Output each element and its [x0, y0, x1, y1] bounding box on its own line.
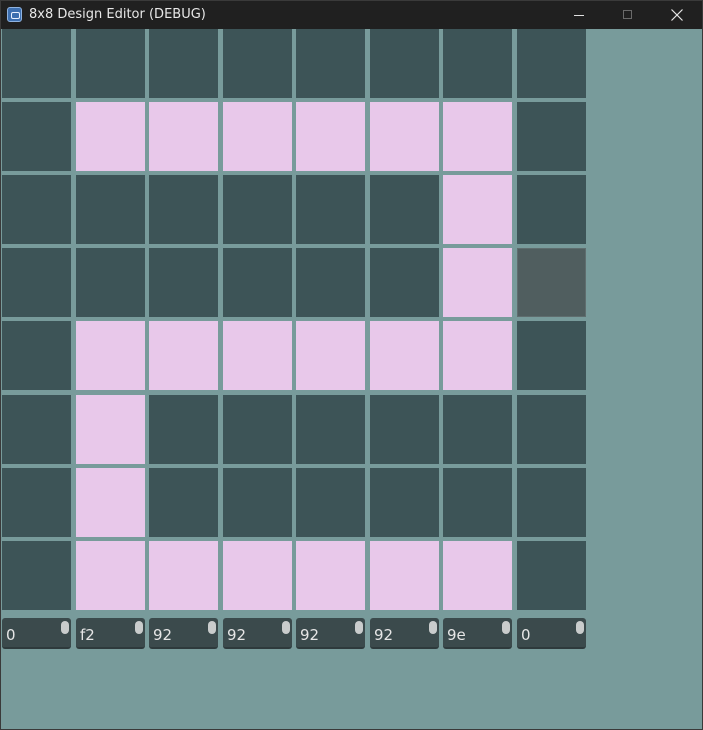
grid-cell-r1-c4[interactable]	[296, 102, 365, 171]
grid-cell-r0-c3[interactable]	[223, 29, 292, 98]
grid-cell-r4-c2[interactable]	[149, 321, 218, 390]
grid-cell-r7-c2[interactable]	[149, 541, 218, 610]
grid-cell-r2-c7[interactable]	[517, 175, 586, 244]
grid-cell-r2-c0[interactable]	[2, 175, 71, 244]
grid-cell-r1-c5[interactable]	[370, 102, 439, 171]
grid-cell-r0-c0[interactable]	[2, 29, 71, 98]
column-value-spinbox-0[interactable]: 0	[2, 618, 71, 649]
grid-cell-r5-c6[interactable]	[443, 395, 512, 464]
grid-cell-r0-c4[interactable]	[296, 29, 365, 98]
grid-cell-r7-c6[interactable]	[443, 541, 512, 610]
grid-cell-r3-c1[interactable]	[76, 248, 145, 317]
grid-cell-r5-c7[interactable]	[517, 395, 586, 464]
column-value-spinbox-6[interactable]: 9e	[443, 618, 512, 649]
grid-cell-r4-c4[interactable]	[296, 321, 365, 390]
grid-cell-r3-c5[interactable]	[370, 248, 439, 317]
grid-cell-r1-c1[interactable]	[76, 102, 145, 171]
grid-cell-r2-c4[interactable]	[296, 175, 365, 244]
spinner-arrows-icon[interactable]	[61, 621, 69, 634]
close-button[interactable]	[654, 1, 700, 29]
grid-cell-r3-c0[interactable]	[2, 248, 71, 317]
column-value-text: 0	[521, 626, 531, 644]
grid-cell-r1-c7[interactable]	[517, 102, 586, 171]
grid-cell-r6-c0[interactable]	[2, 468, 71, 537]
spinner-arrows-icon[interactable]	[355, 621, 363, 634]
grid-cell-r6-c5[interactable]	[370, 468, 439, 537]
grid-cell-r5-c0[interactable]	[2, 395, 71, 464]
minimize-button[interactable]	[557, 1, 603, 29]
grid-cell-r7-c3[interactable]	[223, 541, 292, 610]
grid-cell-r1-c2[interactable]	[149, 102, 218, 171]
grid-cell-r0-c6[interactable]	[443, 29, 512, 98]
grid-cell-r0-c1[interactable]	[76, 29, 145, 98]
grid-cell-r4-c6[interactable]	[443, 321, 512, 390]
column-value-text: 9e	[447, 626, 466, 644]
grid-cell-r3-c4[interactable]	[296, 248, 365, 317]
column-value-text: 92	[227, 626, 247, 644]
spinner-arrows-icon[interactable]	[282, 621, 290, 634]
grid-cell-r3-c3[interactable]	[223, 248, 292, 317]
column-value-spinbox-4[interactable]: 92	[296, 618, 365, 649]
spinner-arrows-icon[interactable]	[208, 621, 216, 634]
grid-cell-r6-c2[interactable]	[149, 468, 218, 537]
app-window: 8x8 Design Editor (DEBUG) 0 f2 92 92 92 92 9e 0	[0, 0, 703, 730]
grid-cell-r4-c7[interactable]	[517, 321, 586, 390]
grid-cell-r5-c5[interactable]	[370, 395, 439, 464]
grid-cell-r3-c6[interactable]	[443, 248, 512, 317]
grid-cell-r6-c7[interactable]	[517, 468, 586, 537]
close-icon	[671, 9, 683, 21]
grid-cell-r5-c1[interactable]	[76, 395, 145, 464]
grid-cell-r7-c7[interactable]	[517, 541, 586, 610]
column-value-spinbox-3[interactable]: 92	[223, 618, 292, 649]
column-value-spinbox-5[interactable]: 92	[370, 618, 439, 649]
column-value-text: 92	[153, 626, 173, 644]
grid-cell-r1-c3[interactable]	[223, 102, 292, 171]
grid-cell-r2-c2[interactable]	[149, 175, 218, 244]
grid-cell-r6-c1[interactable]	[76, 468, 145, 537]
grid-cell-r4-c3[interactable]	[223, 321, 292, 390]
grid-cell-r7-c4[interactable]	[296, 541, 365, 610]
grid-cell-r4-c0[interactable]	[2, 321, 71, 390]
column-value-text: 92	[300, 626, 320, 644]
grid-cell-r2-c3[interactable]	[223, 175, 292, 244]
spinner-arrows-icon[interactable]	[576, 621, 584, 634]
grid-cell-r5-c2[interactable]	[149, 395, 218, 464]
grid-cell-r0-c5[interactable]	[370, 29, 439, 98]
grid-cell-r5-c4[interactable]	[296, 395, 365, 464]
grid-cell-r4-c1[interactable]	[76, 321, 145, 390]
maximize-button[interactable]	[605, 1, 651, 29]
window-title: 8x8 Design Editor (DEBUG)	[29, 7, 206, 22]
spinner-arrows-icon[interactable]	[429, 621, 437, 634]
column-value-text: f2	[80, 626, 95, 644]
grid-cell-r1-c6[interactable]	[443, 102, 512, 171]
grid-cell-r6-c3[interactable]	[223, 468, 292, 537]
grid-cell-r0-c2[interactable]	[149, 29, 218, 98]
grid-cell-r7-c1[interactable]	[76, 541, 145, 610]
grid-cell-r2-c1[interactable]	[76, 175, 145, 244]
grid-cell-r3-c7[interactable]	[517, 248, 586, 317]
grid-cell-r6-c6[interactable]	[443, 468, 512, 537]
spinner-arrows-icon[interactable]	[135, 621, 143, 634]
app-icon	[7, 7, 22, 22]
grid-cell-r7-c5[interactable]	[370, 541, 439, 610]
grid-cell-r4-c5[interactable]	[370, 321, 439, 390]
grid-cell-r7-c0[interactable]	[2, 541, 71, 610]
column-value-spinbox-2[interactable]: 92	[149, 618, 218, 649]
grid-cell-r2-c5[interactable]	[370, 175, 439, 244]
spinner-arrows-icon[interactable]	[502, 621, 510, 634]
column-value-text: 92	[374, 626, 394, 644]
grid-cell-r1-c0[interactable]	[2, 102, 71, 171]
column-value-spinbox-7[interactable]: 0	[517, 618, 586, 649]
grid-cell-r6-c4[interactable]	[296, 468, 365, 537]
grid-cell-r5-c3[interactable]	[223, 395, 292, 464]
grid-cell-r3-c2[interactable]	[149, 248, 218, 317]
title-bar[interactable]: 8x8 Design Editor (DEBUG)	[1, 1, 702, 29]
column-value-text: 0	[6, 626, 16, 644]
column-value-spinbox-1[interactable]: f2	[76, 618, 145, 649]
grid-cell-r2-c6[interactable]	[443, 175, 512, 244]
grid-cell-r0-c7[interactable]	[517, 29, 586, 98]
